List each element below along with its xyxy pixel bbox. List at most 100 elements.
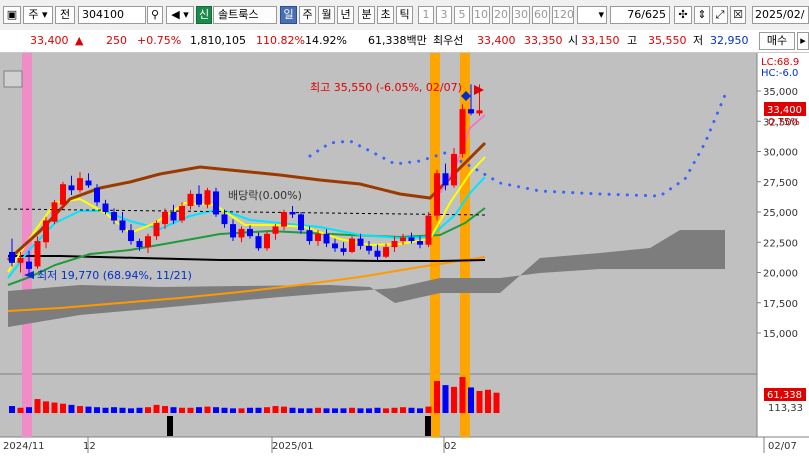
num-tab-3[interactable]: 3 — [436, 6, 452, 24]
tab-month[interactable]: 월 — [318, 6, 335, 24]
side-panel-toggle[interactable]: ▸ — [797, 32, 809, 50]
candle-body — [111, 212, 117, 221]
close-icon[interactable]: ☒ — [730, 6, 746, 24]
candle-body — [17, 257, 24, 263]
stock-name[interactable]: 솔트룩스 — [213, 6, 277, 24]
candle-body — [85, 180, 92, 186]
candle-body — [476, 110, 483, 114]
candle-body — [391, 241, 398, 248]
count-total: /625 — [641, 8, 666, 21]
y-tick-label: 22,500 — [763, 238, 798, 249]
candle-body — [255, 236, 262, 249]
tab-second[interactable]: 초 — [377, 6, 394, 24]
search-icon[interactable]: ⚲ — [147, 6, 163, 24]
y-tick-label: 20,000 — [763, 269, 798, 280]
candle-body — [51, 202, 58, 222]
price-tag: 33,400 — [767, 105, 802, 116]
tab-minute[interactable]: 분 — [358, 6, 375, 24]
volume-bar — [442, 385, 449, 413]
candle-body — [442, 173, 449, 186]
tab-year[interactable]: 년 — [337, 6, 354, 24]
x-label-2025-01: 2025/01 — [272, 441, 314, 452]
y-tick-label: 35,000 — [763, 87, 798, 98]
chart-area[interactable]: 배당락(0.00%) 최고 35,550 (-6.05%, 02/07) 최저 … — [0, 53, 809, 453]
market-select[interactable]: 주 ▾ — [23, 6, 53, 24]
candle-body — [289, 212, 296, 215]
price-chart[interactable]: 배당락(0.00%) 최고 35,550 (-6.05%, 02/07) 최저 … — [0, 53, 809, 453]
candle-body — [196, 193, 202, 205]
candle-body — [26, 261, 32, 269]
fullscreen-icon[interactable]: ⤢ — [712, 6, 728, 24]
window-menu-icon[interactable]: ▣ — [3, 6, 21, 24]
crosshair-icon[interactable]: ✣ — [674, 6, 692, 24]
buy-button[interactable]: 매수 — [759, 32, 795, 50]
volume-bar — [238, 408, 245, 413]
tab-week[interactable]: 주 — [299, 6, 316, 24]
chart-corner-icon[interactable] — [3, 70, 23, 88]
volume-bar — [94, 407, 100, 413]
lc-label: LC:68.9 — [761, 57, 799, 68]
candle-body — [408, 237, 415, 242]
volume: 1,810,105 — [190, 34, 246, 47]
volume-bar — [255, 407, 262, 413]
volume-bar — [323, 408, 330, 413]
candle-body — [238, 228, 245, 238]
candle-body — [264, 233, 270, 249]
tab-tick[interactable]: 틱 — [396, 6, 413, 24]
volume-bar — [68, 404, 75, 413]
candle-body — [374, 250, 381, 257]
speaker-icon[interactable]: ◀ ▾ — [166, 6, 194, 24]
open-price: 33,150 — [581, 34, 620, 47]
volume-bar — [119, 407, 126, 413]
tab-day[interactable]: 일 — [280, 6, 297, 24]
candle-body — [417, 241, 423, 245]
candle-body — [60, 184, 66, 205]
volume-bar — [332, 408, 338, 413]
candle-body — [315, 233, 321, 242]
candle-body — [68, 185, 75, 191]
num-tab-20[interactable]: 20 — [492, 6, 510, 24]
date-field[interactable]: 2025/02/ — [752, 6, 809, 24]
count-field[interactable]: 76/625 — [610, 6, 670, 24]
change-arrow: ▲ — [75, 34, 84, 47]
candle-body — [9, 251, 15, 263]
y-tick-label: 30,000 — [763, 148, 798, 159]
highlight-band-orange-1 — [430, 53, 440, 437]
volume-bar — [9, 406, 15, 413]
hc-label: HC:-6.0 — [761, 68, 798, 79]
volume-bar — [60, 403, 66, 413]
volume-bar — [315, 407, 321, 413]
x-axis-panel — [0, 437, 809, 453]
num-tab-10[interactable]: 10 — [472, 6, 490, 24]
volume-bar — [451, 386, 457, 413]
period-select[interactable]: 전 — [55, 6, 75, 24]
current-price: 33,400 — [30, 34, 69, 47]
num-tab-30[interactable]: 30 — [512, 6, 530, 24]
volume-bar — [111, 407, 117, 413]
volume-bar — [136, 407, 143, 413]
candle-body — [332, 243, 338, 249]
num-tab-120[interactable]: 120 — [552, 6, 574, 24]
high-price: 35,550 — [648, 34, 687, 47]
volume-bar — [485, 389, 491, 413]
interval-dropdown[interactable]: ▾ — [577, 6, 607, 24]
low-label: 저 — [693, 34, 704, 47]
volume-bar — [306, 408, 313, 413]
trade-value: 61,338백만 — [368, 34, 427, 47]
num-tab-1[interactable]: 1 — [418, 6, 434, 24]
quote-bar: 33,400 ▲ 250 +0.75% 1,810,105 110.82% 14… — [0, 30, 809, 53]
candle-body — [179, 205, 185, 221]
stock-code-input[interactable]: 304100 — [78, 6, 146, 24]
candle-body — [162, 212, 168, 225]
zoom-icon[interactable]: ⇕ — [694, 6, 710, 24]
high-annotation: 최고 35,550 (-6.05%, 02/07) — [310, 81, 462, 94]
candle-body — [119, 220, 126, 231]
volume-bar — [43, 401, 49, 413]
candle-body — [306, 230, 313, 242]
dividend-annotation: 배당락(0.00%) — [228, 189, 302, 202]
num-tab-5[interactable]: 5 — [454, 6, 470, 24]
event-marker — [167, 416, 173, 436]
volume-bar — [459, 377, 466, 413]
num-tab-60[interactable]: 60 — [532, 6, 550, 24]
candle-body — [383, 247, 389, 257]
